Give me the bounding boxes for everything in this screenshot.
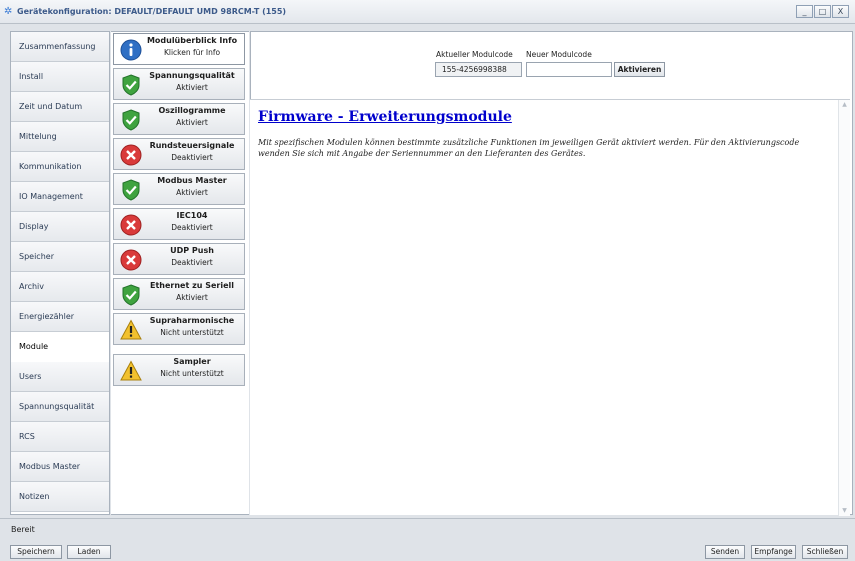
- module-title: Rundsteuersignale: [149, 141, 235, 150]
- module-oszillogramme[interactable]: Oszillogramme Aktiviert: [113, 103, 245, 135]
- minimize-button[interactable]: _: [796, 5, 813, 18]
- sidebar-item-energiezaehler[interactable]: Energiezähler: [11, 302, 109, 332]
- module-status: Klicken für Info: [163, 48, 221, 57]
- module-sampler[interactable]: Sampler Nicht unterstützt: [113, 354, 245, 386]
- sidebar-item-modbus-master[interactable]: Modbus Master: [11, 452, 109, 482]
- current-code-label: Aktueller Modulcode: [436, 50, 513, 59]
- sidebar-item-mittelung[interactable]: Mittelung: [11, 122, 109, 152]
- doc-title[interactable]: Firmware - Erweiterungsmodule: [258, 109, 512, 125]
- status-bar: Bereit Speichern Laden Senden Empfange S…: [0, 518, 855, 561]
- sidebar-item-users[interactable]: Users: [11, 362, 109, 392]
- module-list: Modulüberblick Info Klicken für Info Spa…: [111, 31, 249, 515]
- module-spannungsqualitaet[interactable]: Spannungsqualität Aktiviert: [113, 68, 245, 100]
- close-button[interactable]: Schließen: [802, 545, 848, 559]
- module-status: Nicht unterstützt: [160, 369, 224, 378]
- sidebar-item-zeit-und-datum[interactable]: Zeit und Datum: [11, 92, 109, 122]
- module-status: Aktiviert: [176, 118, 208, 127]
- module-status: Deaktiviert: [171, 153, 213, 162]
- module-status: Aktiviert: [176, 293, 208, 302]
- status-text: Bereit: [11, 525, 35, 534]
- sidebar-item-install[interactable]: Install: [11, 62, 109, 92]
- current-code-field: 155-4256998388: [435, 62, 522, 77]
- sidebar-item-notizen[interactable]: Notizen: [11, 482, 109, 512]
- module-title: Ethernet zu Seriell: [149, 281, 234, 290]
- module-iec104[interactable]: IEC104 Deaktiviert: [113, 208, 245, 240]
- warning-icon: [120, 360, 142, 381]
- doc-text: Mit spezifischen Modulen können bestimmt…: [258, 138, 800, 158]
- module-title: Supraharmonische: [149, 316, 235, 325]
- module-status: Deaktiviert: [171, 258, 213, 267]
- info-icon: [120, 39, 142, 61]
- module-status: Nicht unterstützt: [160, 328, 224, 337]
- sidebar-item-kommunikation[interactable]: Kommunikation: [11, 152, 109, 182]
- error-x-icon: [120, 214, 142, 236]
- module-ethernet-zu-seriell[interactable]: Ethernet zu Seriell Aktiviert: [113, 278, 245, 310]
- module-info-button[interactable]: Modulüberblick Info Klicken für Info: [113, 33, 245, 65]
- module-udp-push[interactable]: UDP Push Deaktiviert: [113, 243, 245, 275]
- new-code-label: Neuer Modulcode: [526, 50, 592, 59]
- module-title: IEC104: [176, 211, 208, 220]
- send-button[interactable]: Senden: [705, 545, 745, 559]
- vertical-scrollbar[interactable]: ▲ ▼: [838, 100, 850, 516]
- module-title: UDP Push: [170, 246, 214, 255]
- sidebar-item-rcs[interactable]: RCS: [11, 422, 109, 452]
- sidebar-item-spannungsqualitaet[interactable]: Spannungsqualität: [11, 392, 109, 422]
- info-document: Firmware - Erweiterungsmodule Mit spezif…: [250, 99, 850, 516]
- sidebar-item-module[interactable]: Module: [11, 332, 109, 362]
- sidebar-item-display[interactable]: Display: [11, 212, 109, 242]
- save-button[interactable]: Speichern: [10, 545, 62, 559]
- window-title: Gerätekonfiguration: DEFAULT/DEFAULT UMD…: [17, 7, 287, 16]
- module-rundsteuersignale[interactable]: Rundsteuersignale Deaktiviert: [113, 138, 245, 170]
- scroll-down-icon[interactable]: ▼: [839, 506, 850, 516]
- module-supraharmonische[interactable]: Supraharmonische Nicht unterstützt: [113, 313, 245, 345]
- sidebar-nav: Zusammenfassung Install Zeit und Datum M…: [10, 31, 110, 515]
- sidebar-item-zusammenfassung[interactable]: Zusammenfassung: [11, 32, 109, 62]
- warning-icon: [120, 319, 142, 340]
- shield-check-icon: [122, 109, 140, 131]
- module-title: Spannungsqualität: [149, 71, 235, 80]
- sidebar-item-archiv[interactable]: Archiv: [11, 272, 109, 302]
- receive-button[interactable]: Empfange: [751, 545, 796, 559]
- module-title: Modulüberblick Info: [146, 36, 238, 45]
- gear-icon: ✲: [4, 6, 13, 17]
- module-title: Modbus Master: [157, 176, 227, 185]
- sidebar-item-io-management[interactable]: IO Management: [11, 182, 109, 212]
- maximize-button[interactable]: □: [814, 5, 831, 18]
- activate-button[interactable]: Aktivieren: [614, 62, 665, 77]
- shield-check-icon: [122, 284, 140, 306]
- shield-check-icon: [122, 179, 140, 201]
- close-window-button[interactable]: X: [832, 5, 849, 18]
- error-x-icon: [120, 249, 142, 271]
- load-button[interactable]: Laden: [67, 545, 111, 559]
- module-status: Deaktiviert: [171, 223, 213, 232]
- title-bar: ✲ Gerätekonfiguration: DEFAULT/DEFAULT U…: [0, 0, 855, 24]
- window-controls: _ □ X: [795, 5, 849, 18]
- shield-check-icon: [122, 74, 140, 96]
- module-title: Oszillogramme: [158, 106, 226, 115]
- module-title: Sampler: [173, 357, 211, 366]
- sidebar-item-speicher[interactable]: Speicher: [11, 242, 109, 272]
- scroll-up-icon[interactable]: ▲: [839, 100, 850, 110]
- new-code-input[interactable]: [526, 62, 612, 77]
- module-status: Aktiviert: [176, 188, 208, 197]
- module-status: Aktiviert: [176, 83, 208, 92]
- module-modbus-master[interactable]: Modbus Master Aktiviert: [113, 173, 245, 205]
- error-x-icon: [120, 144, 142, 166]
